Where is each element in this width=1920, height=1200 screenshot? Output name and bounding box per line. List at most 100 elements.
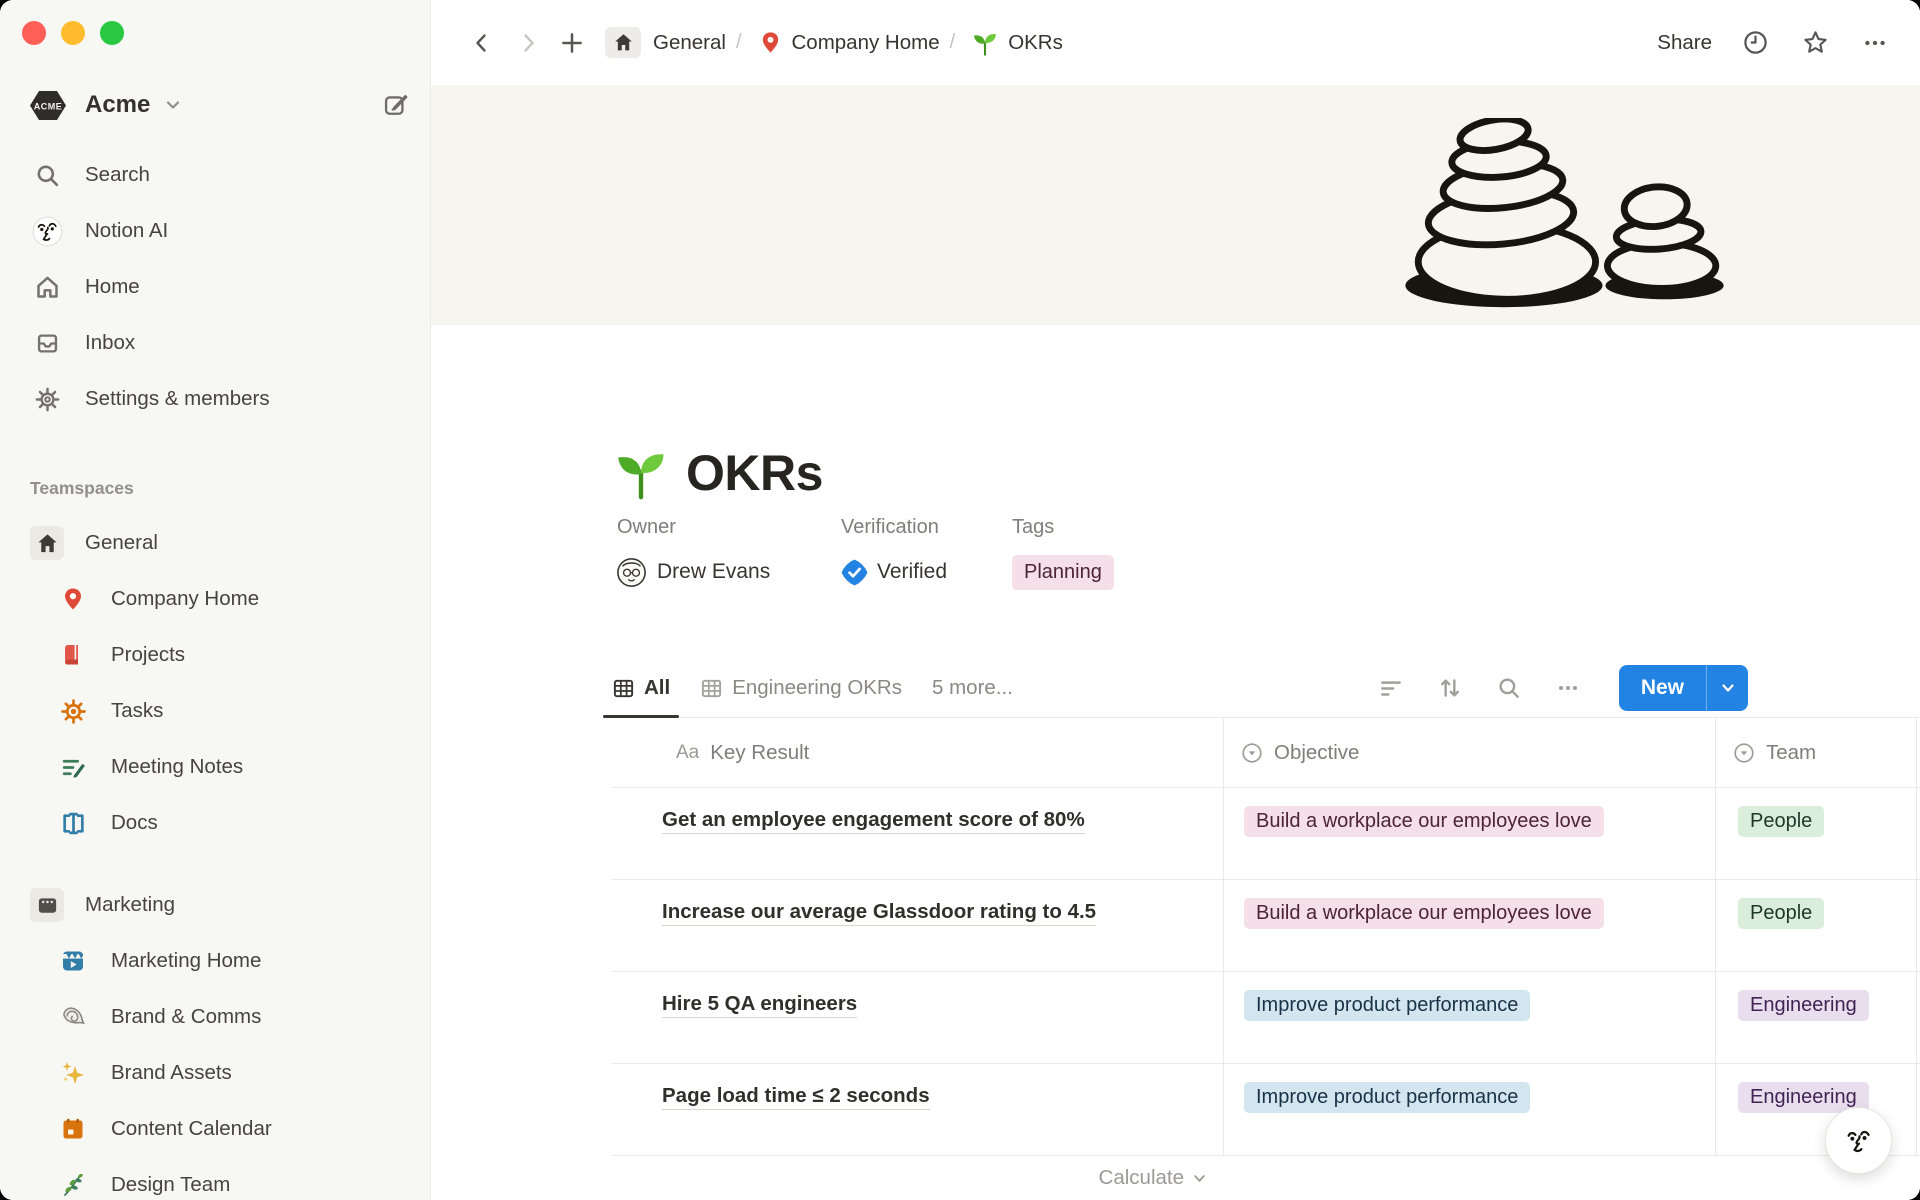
shell-icon bbox=[56, 1000, 90, 1034]
notion-ai-button[interactable] bbox=[1825, 1107, 1892, 1174]
pin-icon bbox=[758, 30, 783, 55]
sidebar-item-tasks[interactable]: Tasks bbox=[0, 683, 430, 739]
property-verification-value[interactable]: Verified bbox=[841, 553, 1012, 591]
seedling-icon[interactable] bbox=[612, 444, 670, 502]
team-tag[interactable]: People bbox=[1738, 898, 1824, 929]
sidebar-item-marketing-home[interactable]: Marketing Home bbox=[0, 933, 430, 989]
sidebar-item-settings[interactable]: Settings & members bbox=[0, 371, 430, 427]
property-verification: Verification Verified bbox=[841, 516, 1012, 591]
sidebar-item-brand-comms[interactable]: Brand & Comms bbox=[0, 989, 430, 1045]
notion-window: ACME Acme Search bbox=[0, 0, 1920, 1200]
updates-clock-icon[interactable] bbox=[1738, 26, 1772, 60]
sidebar-item-company-home[interactable]: Company Home bbox=[0, 571, 430, 627]
breadcrumb-general[interactable]: General bbox=[605, 27, 726, 58]
sidebar-item-label: Notion AI bbox=[85, 219, 168, 243]
sidebar-item-projects[interactable]: Projects bbox=[0, 627, 430, 683]
filter-icon[interactable] bbox=[1377, 674, 1405, 702]
sidebar-teamspace-marketing[interactable]: Marketing bbox=[0, 877, 430, 933]
sidebar-item-design-team[interactable]: Design Team bbox=[0, 1157, 430, 1200]
sidebar-item-brand-assets[interactable]: Brand Assets bbox=[0, 1045, 430, 1101]
view-tabs-bar: All Engineering OKRs 5 more... bbox=[612, 659, 1920, 718]
objective-tag[interactable]: Improve product performance bbox=[1244, 990, 1530, 1021]
storefront-icon bbox=[30, 888, 64, 922]
column-header-key-result[interactable]: Aa Key Result bbox=[612, 718, 1223, 787]
property-owner-value[interactable]: Drew Evans bbox=[617, 553, 841, 591]
search-icon[interactable] bbox=[1495, 674, 1523, 702]
sidebar-item-label: Docs bbox=[111, 811, 158, 835]
forward-icon[interactable] bbox=[511, 26, 545, 60]
more-views-button[interactable]: 5 more... bbox=[932, 676, 1013, 700]
key-result-link[interactable]: Page load time ≤ 2 seconds bbox=[662, 1084, 930, 1110]
sidebar-item-label: Brand Assets bbox=[111, 1061, 232, 1085]
sidebar-item-label: Inbox bbox=[85, 331, 135, 355]
table-row: Get an employee engagement score of 80% … bbox=[612, 788, 1920, 880]
view-tab-engineering-okrs[interactable]: Engineering OKRs bbox=[700, 659, 902, 717]
property-label: Tags bbox=[1012, 516, 1114, 544]
breadcrumb-company-home[interactable]: Company Home bbox=[758, 30, 940, 55]
column-header-team[interactable]: Team bbox=[1715, 718, 1916, 787]
topbar: General / Company Home / OKRs bbox=[431, 0, 1920, 85]
view-options-icon[interactable] bbox=[1554, 674, 1582, 702]
sidebar-teamspace-general[interactable]: General bbox=[0, 515, 430, 571]
sidebar-item-label: Brand & Comms bbox=[111, 1005, 261, 1029]
okr-table: Aa Key Result Objective Team Get an empl… bbox=[612, 718, 1920, 1156]
table-view-icon bbox=[612, 677, 635, 700]
property-tags: Tags Planning bbox=[1012, 516, 1114, 591]
minimize-window-button[interactable] bbox=[61, 21, 85, 45]
more-options-icon[interactable] bbox=[1858, 26, 1892, 60]
add-page-icon[interactable] bbox=[555, 26, 589, 60]
page-title-row: OKRs bbox=[612, 444, 823, 502]
sidebar-item-label: General bbox=[85, 531, 158, 555]
clapper-icon bbox=[56, 944, 90, 978]
new-dropdown-button[interactable] bbox=[1706, 665, 1748, 711]
close-window-button[interactable] bbox=[22, 21, 46, 45]
sidebar-item-label: Projects bbox=[111, 643, 185, 667]
view-tab-label: Engineering OKRs bbox=[732, 676, 902, 700]
sidebar-item-label: Marketing Home bbox=[111, 949, 261, 973]
sidebar-item-meeting-notes[interactable]: Meeting Notes bbox=[0, 739, 430, 795]
sort-icon[interactable] bbox=[1436, 674, 1464, 702]
house-icon bbox=[605, 27, 641, 58]
share-button[interactable]: Share bbox=[1657, 31, 1712, 55]
sidebar-item-home[interactable]: Home bbox=[0, 259, 430, 315]
workspace-name: Acme bbox=[85, 91, 150, 119]
objective-tag[interactable]: Improve product performance bbox=[1244, 1082, 1530, 1113]
view-tab-all[interactable]: All bbox=[612, 659, 670, 717]
favorite-star-icon[interactable] bbox=[1798, 26, 1832, 60]
workspace-switcher[interactable]: ACME Acme bbox=[22, 85, 410, 125]
sidebar-item-label: Search bbox=[85, 163, 150, 187]
key-result-link[interactable]: Get an employee engagement score of 80% bbox=[662, 808, 1085, 834]
view-toolbar: New bbox=[1377, 659, 1748, 717]
calculate-label: Calculate bbox=[1099, 1166, 1184, 1190]
back-icon[interactable] bbox=[465, 26, 499, 60]
team-tag[interactable]: People bbox=[1738, 806, 1824, 837]
calculate-button[interactable]: Calculate bbox=[612, 1166, 1223, 1190]
column-header-label: Team bbox=[1766, 741, 1816, 765]
page-title[interactable]: OKRs bbox=[686, 444, 823, 502]
sidebar-item-search[interactable]: Search bbox=[0, 147, 430, 203]
window-controls bbox=[22, 21, 124, 45]
verification-text: Verified bbox=[877, 560, 947, 584]
sidebar-item-content-calendar[interactable]: Content Calendar bbox=[0, 1101, 430, 1157]
table-header-row: Aa Key Result Objective Team bbox=[612, 718, 1920, 788]
seedling-icon bbox=[971, 29, 999, 57]
breadcrumb-separator: / bbox=[950, 31, 956, 54]
team-tag[interactable]: Engineering bbox=[1738, 990, 1869, 1021]
property-tags-value[interactable]: Planning bbox=[1012, 553, 1114, 591]
sidebar-item-docs[interactable]: Docs bbox=[0, 795, 430, 851]
breadcrumb-okrs[interactable]: OKRs bbox=[971, 29, 1063, 57]
breadcrumb-label: OKRs bbox=[1008, 31, 1063, 55]
page-cover[interactable] bbox=[431, 85, 1920, 325]
zoom-window-button[interactable] bbox=[100, 21, 124, 45]
compose-icon[interactable] bbox=[382, 91, 410, 119]
column-header-objective[interactable]: Objective bbox=[1223, 718, 1715, 787]
house-icon bbox=[30, 526, 64, 560]
objective-tag[interactable]: Build a workplace our employees love bbox=[1244, 806, 1604, 837]
new-button[interactable]: New bbox=[1619, 665, 1706, 711]
objective-tag[interactable]: Build a workplace our employees love bbox=[1244, 898, 1604, 929]
sidebar-item-notion-ai[interactable]: Notion AI bbox=[0, 203, 430, 259]
key-result-link[interactable]: Increase our average Glassdoor rating to… bbox=[662, 900, 1096, 926]
breadcrumb-label: Company Home bbox=[792, 31, 940, 55]
sidebar-item-inbox[interactable]: Inbox bbox=[0, 315, 430, 371]
key-result-link[interactable]: Hire 5 QA engineers bbox=[662, 992, 857, 1018]
